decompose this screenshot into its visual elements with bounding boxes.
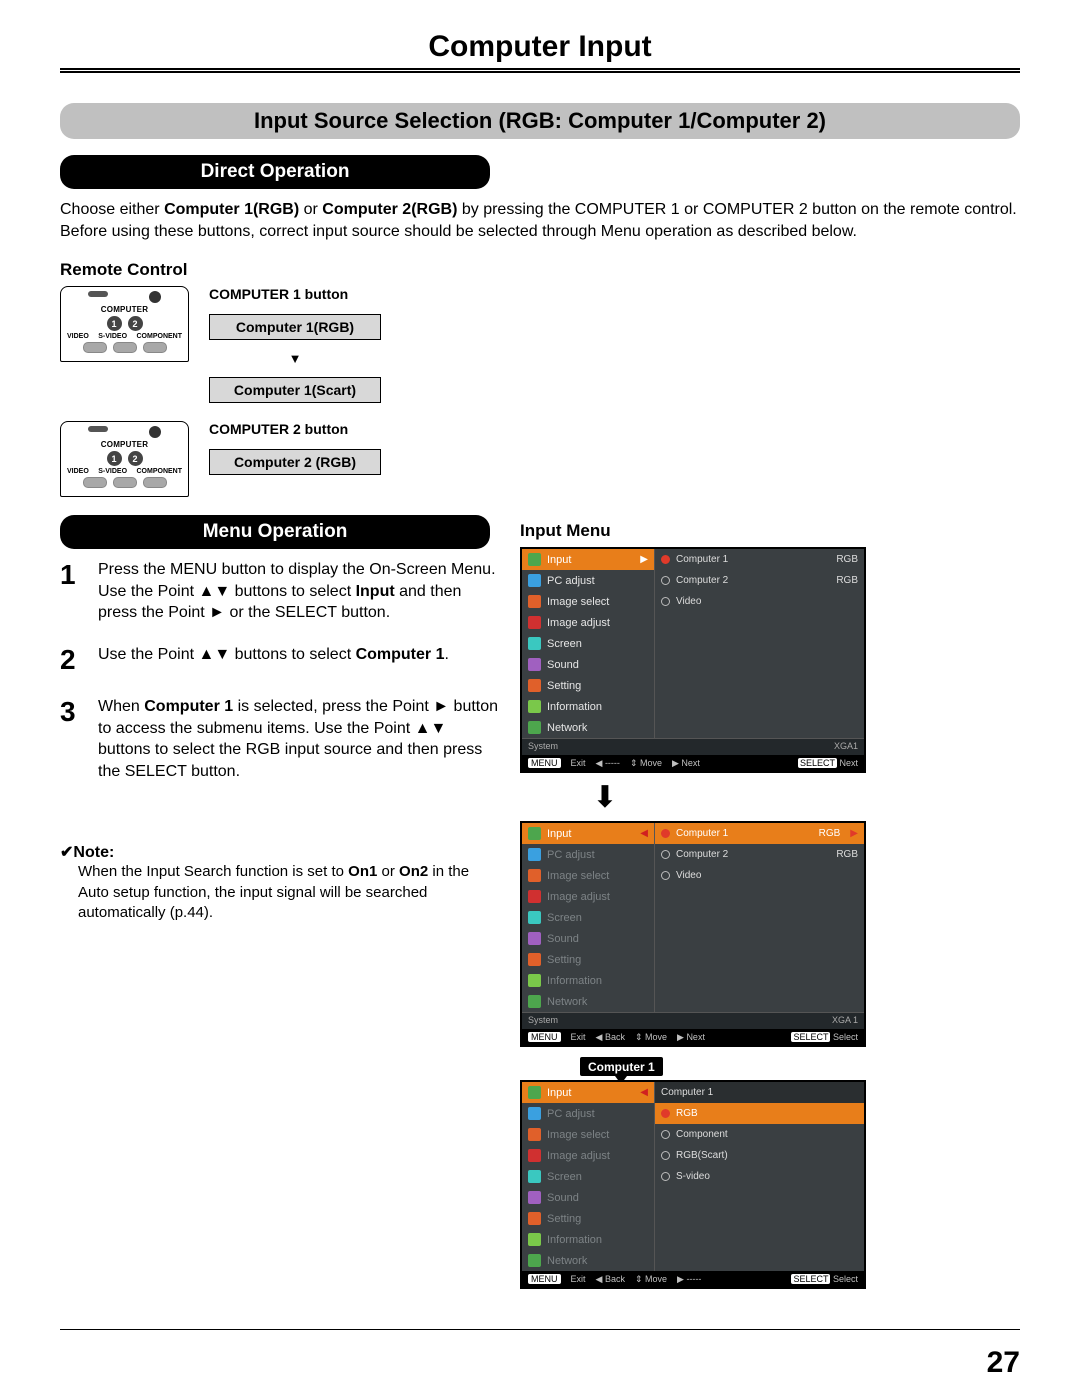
menu-icon (528, 1170, 541, 1183)
menu-icon (528, 1149, 541, 1162)
menu-item-sound[interactable]: Sound (522, 654, 654, 675)
menu-operation-heading: Menu Operation (60, 515, 490, 549)
input-menu-heading: Input Menu (520, 521, 1020, 541)
menu-option[interactable]: RGB(Scart) (655, 1145, 864, 1166)
menu-icon (528, 1107, 541, 1120)
menu-icon (528, 616, 541, 629)
remote-pad-1: COMPUTER 1 2 VIDEOS-VIDEOCOMPONENT (60, 286, 189, 362)
menu-item-pc-adjust[interactable]: PC adjust (522, 570, 654, 591)
menu-option[interactable]: Computer 2RGB (655, 844, 864, 865)
menu-icon (528, 911, 541, 924)
menu-item-image-select[interactable]: Image select (522, 591, 654, 612)
step-1: 1 Press the MENU button to display the O… (60, 559, 500, 624)
menu-item-screen[interactable]: Screen (522, 633, 654, 654)
menu-item-image-adjust[interactable]: Image adjust (522, 886, 654, 907)
mode-box-c1-rgb: Computer 1(RGB) (209, 314, 381, 340)
menu-panel-2: Input◀PC adjustImage selectImage adjustS… (520, 821, 866, 1047)
menu-option[interactable]: Component (655, 1124, 864, 1145)
menu-icon (528, 995, 541, 1008)
computer-2-button[interactable]: 2 (128, 316, 143, 331)
menu-option[interactable]: Computer 1RGB (655, 549, 864, 570)
menu-icon (528, 700, 541, 713)
page-title: Computer Input (60, 30, 1020, 73)
menu-item-input[interactable]: Input▶ (522, 549, 654, 570)
computer-1-button[interactable]: 1 (107, 316, 122, 331)
remote-control-heading: Remote Control (60, 260, 1020, 280)
section-bar: Input Source Selection (RGB: Computer 1/… (60, 103, 1020, 139)
menu-item-setting[interactable]: Setting (522, 1208, 654, 1229)
computer1-callout: Computer 1 (580, 1057, 663, 1076)
step-3: 3 When Computer 1 is selected, press the… (60, 696, 500, 782)
menu-item-setting[interactable]: Setting (522, 675, 654, 696)
menu-icon (528, 974, 541, 987)
menu-panel-1: Input▶PC adjustImage selectImage adjustS… (520, 547, 866, 773)
menu-icon (528, 1128, 541, 1141)
menu-icon (528, 721, 541, 734)
remote-diagram-2: COMPUTER 1 2 VIDEOS-VIDEOCOMPONENT COMPU… (60, 421, 1020, 497)
menu-icon (528, 1233, 541, 1246)
menu-item-setting[interactable]: Setting (522, 949, 654, 970)
page-number: 27 (987, 1346, 1020, 1380)
menu-item-sound[interactable]: Sound (522, 928, 654, 949)
menu-item-sound[interactable]: Sound (522, 1187, 654, 1208)
menu-icon (528, 595, 541, 608)
step-2: 2 Use the Point ▲▼ buttons to select Com… (60, 644, 500, 676)
menu-option[interactable]: S-video (655, 1166, 864, 1187)
menu-item-information[interactable]: Information (522, 970, 654, 991)
menu-item-screen[interactable]: Screen (522, 907, 654, 928)
menu-item-image-adjust[interactable]: Image adjust (522, 612, 654, 633)
menu-icon (528, 679, 541, 692)
menu-icon (528, 848, 541, 861)
menu-item-information[interactable]: Information (522, 1229, 654, 1250)
menu-option[interactable]: RGB (655, 1103, 864, 1124)
direct-operation-heading: Direct Operation (60, 155, 490, 189)
direct-operation-text: Choose either Computer 1(RGB) or Compute… (60, 199, 1020, 242)
remote-diagram-1: COMPUTER 1 2 VIDEOS-VIDEOCOMPONENT COMPU… (60, 286, 1020, 403)
menu-icon (528, 890, 541, 903)
menu-item-image-select[interactable]: Image select (522, 865, 654, 886)
computer2-button-label: COMPUTER 2 button (209, 421, 381, 437)
menu-item-image-adjust[interactable]: Image adjust (522, 1145, 654, 1166)
mode-box-c2-rgb: Computer 2 (RGB) (209, 449, 381, 475)
note-heading: ✔Note: (60, 842, 500, 862)
menu-item-network[interactable]: Network (522, 1250, 654, 1271)
menu-option[interactable]: Computer 2RGB (655, 570, 864, 591)
menu-icon (528, 953, 541, 966)
down-arrow-icon: ▼ (209, 352, 381, 365)
menu-option[interactable]: Computer 1RGB▶ (655, 823, 864, 844)
menu-item-pc-adjust[interactable]: PC adjust (522, 1103, 654, 1124)
menu-icon (528, 574, 541, 587)
menu-panel-3: Input◀PC adjustImage selectImage adjustS… (520, 1080, 866, 1289)
menu-icon (528, 827, 541, 840)
big-down-arrow-1: ⬇ (590, 783, 620, 813)
menu-item-network[interactable]: Network (522, 991, 654, 1012)
menu-icon (528, 658, 541, 671)
menu-icon (528, 1191, 541, 1204)
computer-2-button-b[interactable]: 2 (128, 451, 143, 466)
menu-item-pc-adjust[interactable]: PC adjust (522, 844, 654, 865)
remote-pad-2: COMPUTER 1 2 VIDEOS-VIDEOCOMPONENT (60, 421, 189, 497)
menu-option[interactable]: Video (655, 865, 864, 886)
menu-icon (528, 553, 541, 566)
menu-item-input[interactable]: Input◀ (522, 823, 654, 844)
menu-icon (528, 869, 541, 882)
menu-item-screen[interactable]: Screen (522, 1166, 654, 1187)
menu-item-input[interactable]: Input◀ (522, 1082, 654, 1103)
mode-box-c1-scart: Computer 1(Scart) (209, 377, 381, 403)
menu-icon (528, 637, 541, 650)
menu-icon (528, 1254, 541, 1267)
menu-item-information[interactable]: Information (522, 696, 654, 717)
menu-option[interactable]: Video (655, 591, 864, 612)
menu-item-image-select[interactable]: Image select (522, 1124, 654, 1145)
menu-icon (528, 1086, 541, 1099)
menu-item-network[interactable]: Network (522, 717, 654, 738)
menu-icon (528, 932, 541, 945)
computer-1-button-b[interactable]: 1 (107, 451, 122, 466)
menu-icon (528, 1212, 541, 1225)
computer1-button-label: COMPUTER 1 button (209, 286, 381, 302)
note-text: When the Input Search function is set to… (78, 862, 500, 923)
